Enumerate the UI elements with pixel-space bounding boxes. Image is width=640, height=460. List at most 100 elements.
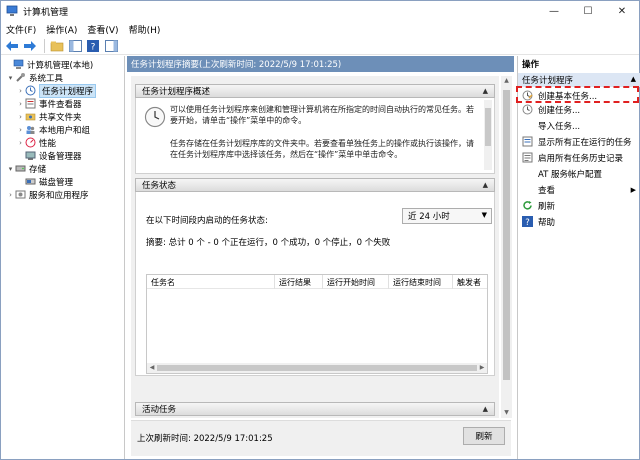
overview-section-title: 任务计划程序概述 xyxy=(142,87,211,97)
tree-item-disk-management[interactable]: 磁盘管理 xyxy=(16,175,73,188)
menu-file[interactable]: 文件(F) xyxy=(1,23,41,36)
tree-item-event-viewer[interactable]: › 事件查看器 xyxy=(16,97,82,110)
event-viewer-icon xyxy=(25,98,36,109)
collapse-icon[interactable]: ▲ xyxy=(483,405,488,413)
tools-icon xyxy=(16,73,25,82)
summary-body: 任务计划程序概述 ▲ 可以使用任务计划程序来创建和管理计算机将在所指定的时间自动… xyxy=(131,76,499,418)
scrollbar-thumb[interactable] xyxy=(503,90,510,380)
tree-expander[interactable]: ▾ xyxy=(6,165,15,173)
action-refresh[interactable]: 刷新 xyxy=(518,199,640,212)
overview-paragraph-2: 任务存储在任务计划程序库的文件夹中。若要查看单独任务上的操作或执行该操作，请在任… xyxy=(170,139,474,159)
close-button[interactable]: ✕ xyxy=(605,1,639,21)
tree-expander[interactable]: › xyxy=(16,113,25,121)
tree-item-shared-folders[interactable]: › 共享文件夹 xyxy=(16,110,82,123)
show-hide-action-pane-button[interactable] xyxy=(103,38,119,54)
tree-expander[interactable]: › xyxy=(16,139,25,147)
help-toolbar-button[interactable]: ? xyxy=(85,38,101,54)
summary-footer: 上次刷新时间: 2022/5/9 17:01:25 刷新 xyxy=(131,420,511,456)
actions-group-label: 任务计划程序 xyxy=(522,76,574,86)
scrollbar-thumb[interactable] xyxy=(157,365,477,371)
action-import-task[interactable]: 导入任务... xyxy=(518,119,640,132)
action-label: 刷新 xyxy=(538,201,556,212)
scroll-up-icon[interactable]: ▲ xyxy=(501,76,512,86)
menu-action[interactable]: 操作(A) xyxy=(41,23,82,36)
action-at-service-account[interactable]: AT 服务帐户配置 xyxy=(518,167,640,180)
tree-expander[interactable]: › xyxy=(16,87,25,95)
actions-group-task-scheduler[interactable]: 任务计划程序 ▲ xyxy=(518,73,640,87)
tree-item-services-applications[interactable]: › 服务和应用程序 xyxy=(6,188,89,201)
tree-item-computer-management[interactable]: 计算机管理(本地) xyxy=(4,58,93,71)
back-button[interactable] xyxy=(4,38,20,54)
tree-expander[interactable]: › xyxy=(6,191,15,199)
summary-vertical-scrollbar[interactable]: ▲ ▼ xyxy=(501,76,512,418)
tree-item-label: 任务计划程序 xyxy=(39,83,97,98)
tree-item-storage[interactable]: ▾ 存储 xyxy=(6,162,46,175)
menu-help[interactable]: 帮助(H) xyxy=(124,23,166,36)
blank-icon xyxy=(522,184,533,195)
overview-section-body: 可以使用任务计划程序来创建和管理计算机将在所指定的时间自动执行的常见任务。若要开… xyxy=(135,98,495,174)
tree-item-label: 共享文件夹 xyxy=(39,112,82,123)
submenu-arrow-icon: ▶ xyxy=(630,185,636,194)
status-summary: 摘要: 总计 0 个 - 0 个正在运行，0 个成功，0 个停止，0 个失败 xyxy=(146,238,391,248)
action-create-task[interactable]: 创建任务... xyxy=(518,103,640,116)
users-icon xyxy=(26,126,35,134)
tree-item-performance[interactable]: › 性能 xyxy=(16,136,56,149)
collapse-icon[interactable]: ▲ xyxy=(483,181,488,189)
tree-expander[interactable]: › xyxy=(16,100,25,108)
column-triggered-by[interactable]: 触发者 xyxy=(453,275,487,289)
task-scheduler-clock-icon xyxy=(144,106,166,128)
minimize-button[interactable]: — xyxy=(537,1,571,21)
task-status-section-body: 在以下时间段内启动的任务状态: 近 24 小时 ▼ 摘要: 总计 0 个 - 0… xyxy=(135,192,495,376)
action-pane-icon xyxy=(104,39,118,52)
forward-arrow-icon xyxy=(24,40,36,51)
tree-item-device-manager[interactable]: 设备管理器 xyxy=(16,149,82,162)
action-enable-task-history[interactable]: 启用所有任务历史记录 xyxy=(518,151,640,164)
scroll-left-icon[interactable]: ◀ xyxy=(147,363,157,373)
scroll-right-icon[interactable]: ▶ xyxy=(477,363,487,373)
tree-item-task-scheduler[interactable]: › 任务计划程序 xyxy=(16,83,97,98)
table-horizontal-scrollbar[interactable]: ◀ ▶ xyxy=(147,363,487,373)
menu-view[interactable]: 查看(V) xyxy=(82,23,123,36)
column-run-start[interactable]: 运行开始时间 xyxy=(323,275,389,289)
blank-icon xyxy=(522,120,533,131)
overview-scrollbar[interactable] xyxy=(484,100,492,170)
action-view[interactable]: 查看 ▶ xyxy=(518,183,640,196)
tree-expander[interactable]: ▾ xyxy=(6,74,15,82)
show-hide-tree-button[interactable] xyxy=(67,38,83,54)
clock-icon xyxy=(25,85,36,96)
collapse-icon[interactable]: ▲ xyxy=(631,75,636,83)
column-run-result[interactable]: 运行结果 xyxy=(275,275,323,289)
scrollbar-thumb[interactable] xyxy=(485,108,491,146)
overview-paragraph-1: 可以使用任务计划程序来创建和管理计算机将在所指定的时间自动执行的常见任务。若要开… xyxy=(170,105,474,125)
tree-item-system-tools[interactable]: ▾ 系统工具 xyxy=(6,71,63,84)
actions-pane-title: 操作 xyxy=(522,59,540,70)
blank-icon xyxy=(522,168,533,179)
action-display-running-tasks[interactable]: 显示所有正在运行的任务 xyxy=(518,135,640,148)
maximize-button[interactable]: ☐ xyxy=(571,1,605,21)
up-folder-button[interactable] xyxy=(49,38,65,54)
active-tasks-section-header[interactable]: 活动任务 ▲ xyxy=(135,402,495,416)
history-icon xyxy=(522,152,533,163)
folder-up-icon xyxy=(50,41,64,51)
column-run-end[interactable]: 运行结束时间 xyxy=(389,275,453,289)
action-help[interactable]: ? 帮助 xyxy=(518,215,640,228)
action-label: AT 服务帐户配置 xyxy=(538,169,603,180)
overview-section-header[interactable]: 任务计划程序概述 ▲ xyxy=(135,84,495,98)
column-task-name[interactable]: 任务名 xyxy=(147,275,275,289)
tree-item-label: 本地用户和组 xyxy=(39,125,91,136)
forward-button[interactable] xyxy=(22,38,38,54)
tree-item-label: 磁盘管理 xyxy=(39,177,74,188)
action-label: 显示所有正在运行的任务 xyxy=(538,137,632,148)
disk-icon xyxy=(25,178,36,185)
toolbar: ? xyxy=(1,37,639,55)
collapse-icon[interactable]: ▲ xyxy=(483,87,488,95)
scroll-down-icon[interactable]: ▼ xyxy=(501,408,512,418)
tree-expander[interactable]: › xyxy=(16,126,25,134)
tree-item-local-users-groups[interactable]: › 本地用户和组 xyxy=(16,123,90,136)
refresh-button[interactable]: 刷新 xyxy=(463,427,505,445)
back-arrow-icon xyxy=(6,40,18,51)
task-status-section-header[interactable]: 任务状态 ▲ xyxy=(135,178,495,192)
tree-item-label: 性能 xyxy=(39,138,57,149)
status-period-select[interactable]: 近 24 小时 ▼ xyxy=(402,208,492,224)
last-refresh-time: 上次刷新时间: 2022/5/9 17:01:25 xyxy=(137,434,273,444)
